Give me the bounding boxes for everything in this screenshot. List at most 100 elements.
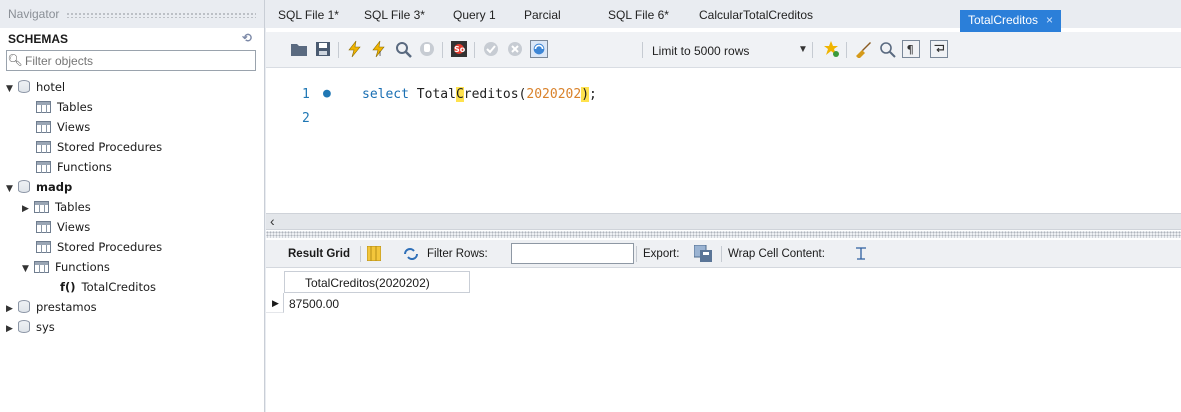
result-grid-button[interactable]: Result Grid	[288, 248, 350, 260]
code-keyword: select	[362, 87, 409, 102]
tree-item-madp-procedures[interactable]: Stored Procedures	[36, 237, 162, 257]
tab-query-1[interactable]: Query 1	[453, 8, 496, 28]
column-header[interactable]: TotalCreditos(2020202)	[284, 271, 470, 293]
save-icon[interactable]	[314, 40, 332, 58]
tree-item-hotel-tables[interactable]: Tables	[36, 97, 93, 117]
execute-icon[interactable]	[346, 40, 364, 58]
expand-arrow-icon[interactable]: ▼	[6, 79, 18, 99]
refresh-icon[interactable]	[403, 247, 419, 261]
function-icon: f()	[60, 280, 76, 294]
svg-text:¶: ¶	[907, 42, 914, 56]
limit-rows-select[interactable]: Limit to 5000 rows	[652, 44, 749, 58]
navigator-header: Navigator	[0, 0, 264, 28]
close-icon[interactable]: ×	[1046, 13, 1053, 27]
tree-item-madp-functions[interactable]: ▼ Functions	[22, 257, 110, 277]
table-cell[interactable]: 87500.00	[284, 293, 470, 313]
schemas-label: SCHEMAS	[8, 32, 69, 46]
tree-item-prestamos[interactable]: ▶ prestamos	[6, 297, 97, 317]
tree-item-madp-views[interactable]: Views	[36, 217, 90, 237]
wrap-cell-icon[interactable]	[855, 247, 867, 260]
tree-item-hotel-procedures[interactable]: Stored Procedures	[36, 137, 162, 157]
collapse-arrow-icon[interactable]: ▶	[6, 299, 18, 319]
wrap-lines-icon[interactable]	[930, 40, 948, 58]
procedure-folder-icon	[36, 241, 51, 253]
panel-splitter[interactable]	[266, 231, 1181, 238]
toolbar-separator	[474, 42, 475, 58]
tab-sql-file-1[interactable]: SQL File 1*	[278, 8, 339, 28]
view-folder-icon	[36, 221, 51, 233]
beautify-icon[interactable]	[822, 40, 840, 58]
tree-item-label: Views	[57, 120, 91, 134]
horizontal-scrollbar[interactable]: ‹	[266, 213, 1181, 230]
table-folder-icon	[36, 101, 51, 113]
filter-rows-label: Filter Rows:	[427, 248, 488, 260]
navigator-panel: Navigator SCHEMAS ⟲ 🔍︎ ▼ hotel Tables Vie…	[0, 0, 265, 412]
tree-item-label: Views	[57, 220, 91, 234]
tree-item-function-totalcreditos[interactable]: f() TotalCreditos	[60, 277, 156, 297]
expand-arrow-icon[interactable]: ▼	[22, 259, 34, 279]
execute-current-icon[interactable]: I	[370, 40, 388, 58]
toolbar-separator	[642, 42, 643, 58]
filter-rows-input[interactable]	[511, 243, 634, 264]
stop-icon[interactable]	[418, 40, 436, 58]
form-view-icon[interactable]	[367, 246, 381, 261]
tree-item-madp[interactable]: ▼ madp	[6, 177, 72, 197]
open-folder-icon[interactable]	[290, 40, 308, 58]
toolbar-separator	[636, 246, 637, 262]
navigator-title: Navigator	[8, 7, 60, 21]
autocommit-toggle-icon[interactable]	[530, 40, 548, 58]
scroll-left-icon[interactable]: ‹	[270, 213, 275, 229]
code-number: 2020202	[526, 87, 582, 102]
wrap-cell-label: Wrap Cell Content:	[728, 248, 825, 260]
tree-item-hotel[interactable]: ▼ hotel	[6, 77, 65, 97]
tree-item-label: TotalCreditos	[81, 280, 156, 294]
sql-editor[interactable]: 1 ● select TotalCreditos(2020202); 2	[266, 68, 1181, 213]
toggle-error-icon[interactable]: So	[450, 40, 468, 58]
commit-icon[interactable]	[482, 40, 500, 58]
tab-total-creditos[interactable]: TotalCreditos ×	[960, 10, 1062, 32]
export-label: Export:	[643, 248, 680, 260]
tree-item-label: Functions	[55, 260, 110, 274]
expand-arrow-icon[interactable]: ▼	[6, 179, 18, 199]
search-icon: 🔍︎	[7, 53, 23, 67]
tree-item-label: Tables	[57, 100, 93, 114]
line-number: 1	[302, 87, 310, 102]
tree-item-label: madp	[36, 180, 73, 194]
tree-item-label: prestamos	[36, 300, 97, 314]
brush-icon[interactable]	[854, 40, 872, 58]
explain-icon[interactable]	[394, 40, 412, 58]
rollback-icon[interactable]	[506, 40, 524, 58]
code-terminator: ;	[589, 87, 597, 102]
tree-item-label: sys	[36, 320, 55, 334]
toolbar-separator	[442, 42, 443, 58]
tab-calcular-total-creditos[interactable]: CalcularTotalCreditos	[699, 8, 813, 28]
code-function-part: reditos(	[463, 87, 527, 102]
row-selector-icon[interactable]: ▶	[266, 293, 284, 313]
tree-item-hotel-views[interactable]: Views	[36, 117, 90, 137]
tree-item-madp-tables[interactable]: ▶ Tables	[22, 197, 91, 217]
database-icon	[18, 300, 30, 313]
view-folder-icon	[36, 121, 51, 133]
tree-item-sys[interactable]: ▶ sys	[6, 317, 55, 337]
tree-item-label: Stored Procedures	[57, 240, 163, 254]
schemas-header: SCHEMAS ⟲	[0, 28, 264, 50]
tab-sql-file-3[interactable]: SQL File 3*	[364, 8, 425, 28]
panel-grip[interactable]	[66, 12, 256, 18]
filter-objects-field[interactable]: 🔍︎	[6, 50, 256, 71]
line-number: 2	[302, 111, 310, 126]
chevron-down-icon[interactable]: ▼	[798, 44, 808, 55]
tree-item-label: hotel	[36, 80, 66, 94]
find-icon[interactable]	[878, 40, 896, 58]
editor-toolbar: I So Limit to 5000 rows ▼ ¶	[266, 32, 1181, 68]
tab-parcial[interactable]: Parcial	[524, 8, 561, 28]
code-line-1[interactable]: select TotalCreditos(2020202);	[362, 87, 597, 102]
collapse-arrow-icon[interactable]: ▶	[22, 199, 34, 219]
tab-sql-file-6[interactable]: SQL File 6*	[608, 8, 669, 28]
collapse-arrow-icon[interactable]: ▶	[6, 319, 18, 339]
filter-objects-input[interactable]	[25, 53, 245, 68]
refresh-icon[interactable]: ⟲	[242, 31, 252, 45]
invisible-chars-icon[interactable]: ¶	[902, 40, 920, 58]
export-icon[interactable]	[694, 245, 712, 262]
tree-item-hotel-functions[interactable]: Functions	[36, 157, 112, 177]
tree-item-label: Stored Procedures	[57, 140, 163, 154]
